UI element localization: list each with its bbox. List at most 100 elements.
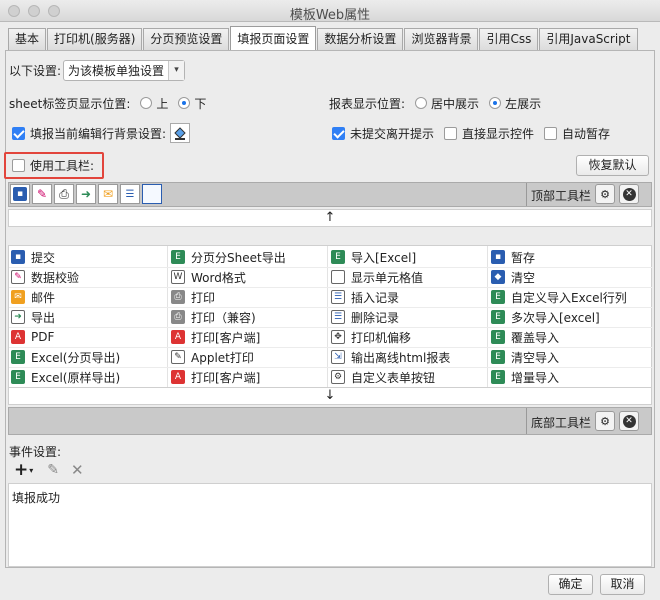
use-toolbar-checkbox[interactable] [12, 158, 25, 172]
toolbar-option-custom-import[interactable]: E 自定义导入Excel行列 [491, 287, 627, 307]
gear-icon[interactable]: ⚙ [595, 411, 615, 431]
toolbar-option-clear-import[interactable]: E 清空导入 [491, 347, 559, 367]
toolbar-option-printer-offset[interactable]: ✥ 打印机偏移 [331, 327, 411, 347]
blank-icon[interactable] [142, 184, 162, 204]
window-title: 模板Web属性 [289, 8, 371, 23]
toolbar-option-temp-save[interactable]: ▪ 暂存 [491, 247, 535, 267]
toolbar-option-excel-page-export[interactable]: E Excel(分页导出) [11, 347, 120, 367]
tab-fill-page[interactable]: 填报页面设置 [230, 26, 317, 50]
export-icon: ➜ [11, 310, 25, 324]
toolbar-option-submit[interactable]: ▪ 提交 [11, 247, 55, 267]
export-icon[interactable]: ➜ [76, 184, 96, 204]
move-down-button[interactable]: ↓ [8, 387, 652, 405]
toolbar-option-label: 清空导入 [511, 350, 560, 365]
toolbar-option-print[interactable]: ⎙ 打印 [171, 287, 215, 307]
tab-page-preview[interactable]: 分页预览设置 [143, 28, 230, 50]
toolbar-option-label: 自定义表单按钮 [351, 370, 436, 385]
pdf-icon: A [171, 330, 185, 344]
close-icon[interactable]: ✕ [619, 411, 639, 431]
scope-select[interactable]: 为该模板单独设置 ▾ [63, 59, 186, 81]
printer-icon[interactable]: ⎙ [54, 184, 74, 204]
toolbar-option-import-excel[interactable]: E 导入[Excel] [331, 247, 416, 267]
save-icon[interactable]: ▪ [10, 184, 30, 204]
sheet-position-top-radio[interactable] [140, 97, 153, 109]
toolbar-option-label: 打印[客户端] [191, 370, 261, 385]
toolbar-option-mail[interactable]: ✉ 邮件 [11, 287, 55, 307]
toolbar-option-label: 显示单元格值 [351, 270, 424, 285]
edit-bg-row: 填报当前编辑行背景设置: [12, 122, 191, 144]
sheet-position-label: sheet标签页显示位置: [9, 96, 131, 111]
submit-options-row: 未提交离开提示 直接显示控件 自动暂存 [332, 123, 610, 143]
divider [327, 246, 328, 396]
sheet-position-top-label: 上 [156, 96, 169, 111]
event-item[interactable]: 填报成功 [9, 484, 651, 511]
toolbar-option-overwrite-import[interactable]: E 覆盖导入 [491, 327, 559, 347]
tab-browser-background[interactable]: 浏览器背景 [404, 28, 479, 50]
tab-printer-server[interactable]: 打印机(服务器) [47, 28, 143, 50]
edit-bg-checkbox[interactable] [12, 126, 25, 140]
toolbar-option-delete-record[interactable]: ☰ 删除记录 [331, 307, 399, 327]
toolbar-option-sheet-export[interactable]: E 分页分Sheet导出 [171, 247, 286, 267]
tab-javascript[interactable]: 引用JavaScript [539, 28, 638, 50]
toolbar-option-clear[interactable]: ◆ 清空 [491, 267, 535, 287]
excel-icon: E [11, 370, 25, 384]
chevron-down-icon[interactable]: ▾ [29, 466, 33, 475]
auto-save-checkbox[interactable] [544, 126, 558, 140]
insert-icon[interactable]: ☰ [120, 184, 140, 204]
toolbar-option-multi-import[interactable]: E 多次导入[excel] [491, 307, 600, 327]
toolbar-option-print-compat[interactable]: ⎙ 打印（兼容) [171, 307, 256, 327]
sheet-position-bottom-radio[interactable] [178, 97, 191, 109]
gear-icon[interactable]: ⚙ [595, 184, 615, 204]
add-icon[interactable]: + [14, 460, 28, 480]
tab-data-analysis[interactable]: 数据分析设置 [317, 28, 404, 50]
excel-icon: E [491, 350, 505, 364]
toolbar-option-word[interactable]: W Word格式 [171, 267, 246, 287]
unsubmitted-warning-checkbox[interactable] [332, 126, 345, 140]
toolbar-option-applet-print[interactable]: ✎ Applet打印 [171, 347, 254, 367]
toolbar-option-offline-html[interactable]: ⇲ 输出离线html报表 [331, 347, 450, 367]
restore-default-button[interactable]: 恢复默认 [576, 155, 649, 176]
report-position-left-radio[interactable] [489, 97, 502, 109]
report-position-center-radio[interactable] [415, 97, 428, 109]
divider [487, 246, 488, 396]
available-buttons-grid: ▪ 提交 E 分页分Sheet导出 E 导入[Excel] ▪ 暂存 ✎ 数据校验 W Wo… [8, 245, 653, 396]
toolbar-option-verify[interactable]: ✎ 数据校验 [11, 267, 79, 287]
toolbar-option-pdf[interactable]: A PDF [11, 327, 54, 347]
toolbar-option-print-client-2[interactable]: A 打印[客户端] [171, 367, 260, 387]
toolbar-option-label: 打印（兼容) [191, 310, 256, 325]
toolbar-option-label: 导入[Excel] [351, 250, 417, 265]
scope-label: 以下设置: [9, 63, 62, 78]
divider [526, 183, 527, 206]
toolbar-option-label: Applet打印 [191, 350, 254, 365]
tab-basic[interactable]: 基本 [8, 28, 47, 50]
move-up-button[interactable]: ↑ [8, 209, 652, 227]
close-icon[interactable]: ✕ [619, 184, 639, 204]
excel-icon: E [331, 250, 345, 264]
toolbar-option-label: 清空 [511, 270, 536, 285]
verify-icon[interactable]: ✎ [32, 184, 52, 204]
ok-button[interactable]: 确定 [548, 574, 593, 595]
tab-css[interactable]: 引用Css [479, 28, 539, 50]
toolbar-option-custom-form-button[interactable]: ⚙ 自定义表单按钮 [331, 367, 435, 387]
toolbar-option-label: 输出离线html报表 [351, 350, 451, 365]
mail-icon[interactable]: ✉ [98, 184, 118, 204]
toolbar-option-label: 打印[客户端] [191, 330, 261, 345]
printer-icon: ⎙ [171, 290, 185, 304]
toolbar-option-label: PDF [31, 330, 55, 344]
delete-record-icon: ☰ [331, 310, 345, 324]
delete-icon[interactable]: ✕ [71, 461, 84, 479]
paint-bucket-icon[interactable] [170, 123, 191, 143]
direct-show-widget-label: 直接显示控件 [462, 126, 535, 141]
edit-icon[interactable]: ✎ [47, 462, 59, 478]
toolbar-option-show-cell[interactable]: 显示单元格值 [331, 267, 423, 287]
toolbar-option-label: 分页分Sheet导出 [191, 250, 286, 265]
toolbar-option-export[interactable]: ➜ 导出 [11, 307, 55, 327]
events-list: 填报成功 [8, 483, 652, 567]
eraser-icon: ◆ [491, 270, 505, 284]
cancel-button[interactable]: 取消 [600, 574, 645, 595]
toolbar-option-excel-original-export[interactable]: E Excel(原样导出) [11, 367, 120, 387]
toolbar-option-increment-import[interactable]: E 增量导入 [491, 367, 559, 387]
direct-show-widget-checkbox[interactable] [444, 126, 458, 140]
toolbar-option-insert-record[interactable]: ☰ 插入记录 [331, 287, 399, 307]
toolbar-option-print-client[interactable]: A 打印[客户端] [171, 327, 260, 347]
